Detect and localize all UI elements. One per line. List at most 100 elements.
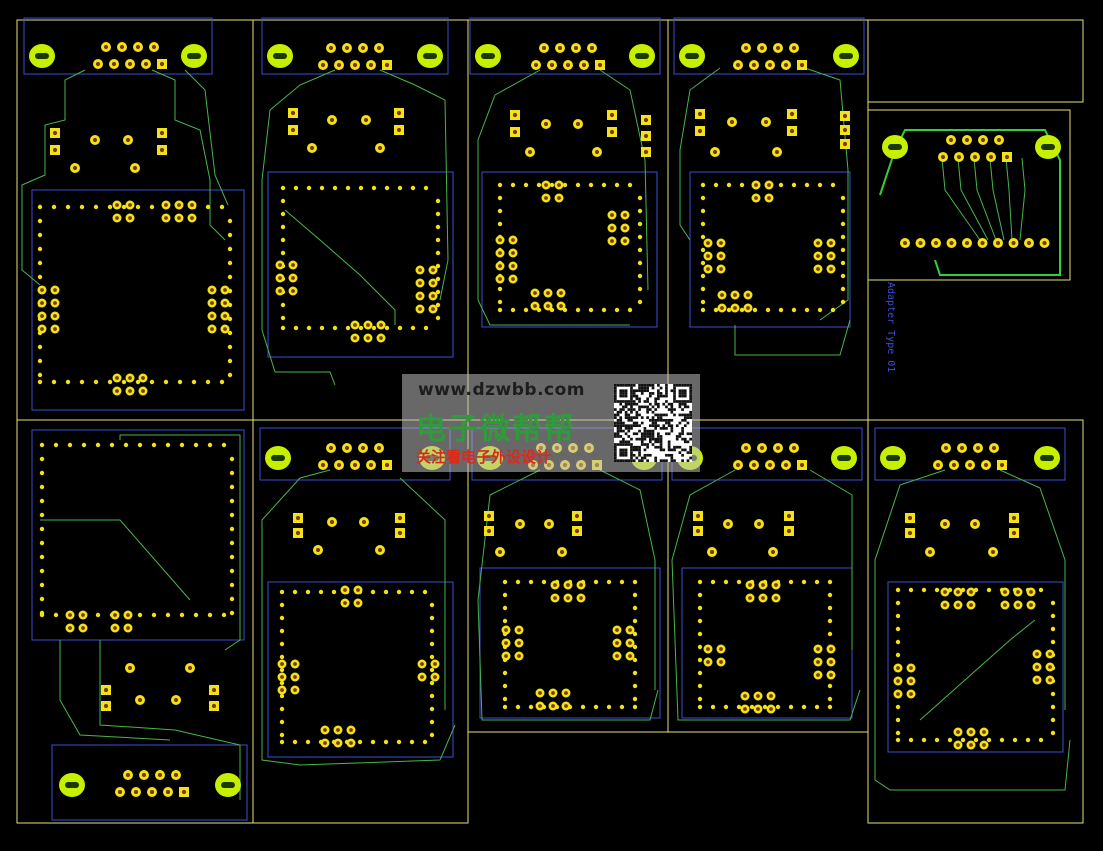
mount-slot	[837, 455, 851, 461]
via	[193, 442, 199, 448]
pad-drill	[291, 289, 295, 293]
pad-drill	[511, 264, 515, 268]
via	[229, 470, 235, 476]
pad-drill	[280, 688, 284, 692]
via	[39, 554, 45, 560]
pad-drill	[210, 314, 214, 318]
via	[79, 379, 85, 385]
pad-drill	[767, 62, 773, 68]
pad-drill	[352, 62, 358, 68]
mount-slot	[423, 53, 437, 59]
via	[53, 442, 59, 448]
via	[697, 657, 703, 663]
pad-drill	[1048, 652, 1052, 656]
via	[697, 670, 703, 676]
pad-drill	[733, 306, 737, 310]
pad-drill	[719, 267, 723, 271]
pad-drill	[164, 203, 168, 207]
via	[279, 719, 285, 725]
via	[575, 307, 581, 313]
via	[700, 195, 706, 201]
pad-drill	[829, 660, 833, 664]
mount-slot	[1040, 455, 1054, 461]
pad-drill	[756, 521, 762, 527]
pad-drill	[68, 626, 72, 630]
via	[541, 579, 547, 585]
via	[205, 379, 211, 385]
via	[435, 211, 441, 217]
via	[357, 739, 363, 745]
via	[775, 704, 781, 710]
pad-drill	[557, 183, 561, 187]
pad-drill	[498, 238, 502, 242]
via	[39, 526, 45, 532]
via	[497, 182, 503, 188]
via	[67, 442, 73, 448]
trace	[957, 157, 989, 241]
via	[107, 204, 113, 210]
pad-drill	[128, 203, 132, 207]
trace	[1005, 157, 1013, 241]
pcb-canvas[interactable]: Adapter Type 01 www.dzwbb.com 电子微帮帮 关注看电…	[0, 0, 1103, 847]
via	[229, 554, 235, 560]
via	[1038, 587, 1044, 593]
trace	[40, 519, 191, 601]
via	[827, 618, 833, 624]
via	[221, 442, 227, 448]
via	[37, 344, 43, 350]
pad-drill	[95, 61, 101, 67]
via	[510, 307, 516, 313]
trace	[809, 469, 853, 650]
pad-drill	[746, 293, 750, 297]
via	[515, 704, 521, 710]
via	[435, 198, 441, 204]
pad-drill	[486, 513, 492, 519]
via	[429, 693, 435, 699]
via	[177, 379, 183, 385]
via	[423, 185, 429, 191]
via	[502, 618, 508, 624]
pad-drill	[433, 662, 437, 666]
pad-drill	[980, 240, 985, 246]
pad-drill	[695, 528, 701, 534]
pad-drill	[433, 675, 437, 679]
via	[632, 670, 638, 676]
via	[39, 582, 45, 588]
mount-slot	[221, 782, 235, 788]
pad-drill	[786, 528, 792, 534]
pad-drill	[902, 240, 908, 246]
pad-drill	[115, 216, 119, 220]
pad-drill	[1011, 240, 1016, 246]
mount-slot	[187, 53, 201, 59]
pad-drill	[344, 45, 350, 51]
pad-drill	[1048, 665, 1052, 669]
pad-drill	[733, 293, 737, 297]
via	[279, 706, 285, 712]
via	[81, 442, 87, 448]
pad-drill	[969, 730, 973, 734]
via	[229, 582, 235, 588]
via	[227, 260, 233, 266]
pad-drill	[211, 687, 217, 693]
via	[908, 587, 914, 593]
via	[606, 579, 612, 585]
pad-drill	[210, 288, 214, 292]
pad-drill	[103, 687, 109, 693]
pad-drill	[498, 264, 502, 268]
pad-drill	[746, 306, 750, 310]
via	[723, 579, 729, 585]
via	[827, 592, 833, 598]
via	[895, 730, 901, 736]
via	[410, 185, 416, 191]
via	[179, 612, 185, 618]
via	[637, 234, 643, 240]
pad-drill	[159, 130, 165, 136]
pad-drill	[115, 376, 119, 380]
pad-drill	[933, 240, 939, 246]
pad-drill	[512, 129, 518, 135]
pad-drill	[697, 111, 703, 117]
via	[429, 641, 435, 647]
pad-drill	[117, 789, 123, 795]
via	[422, 589, 428, 595]
via	[840, 273, 846, 279]
